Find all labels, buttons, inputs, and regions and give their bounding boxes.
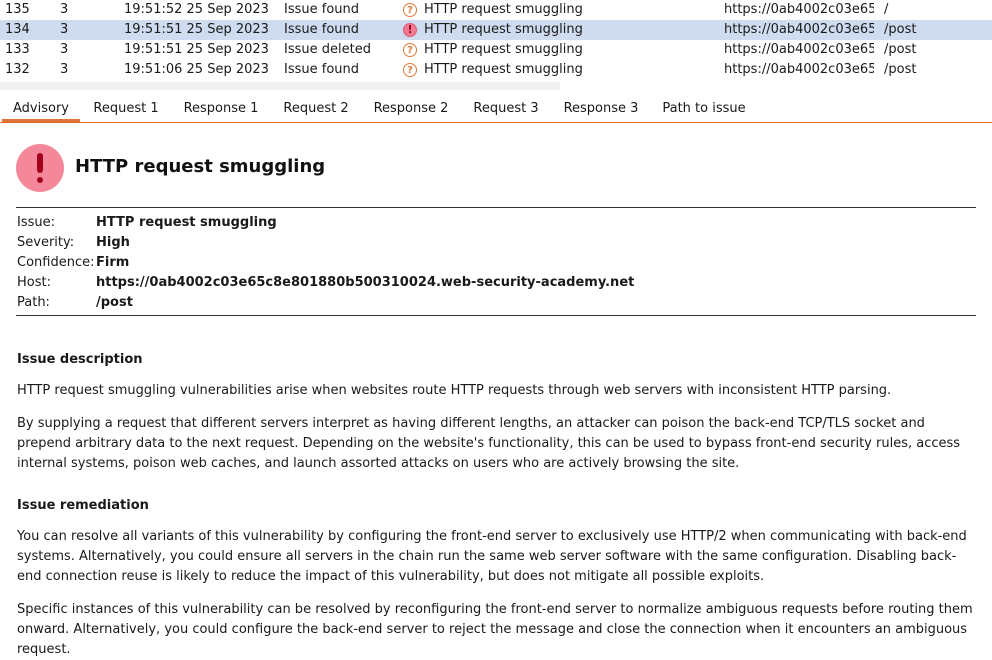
description-paragraph: HTTP request smuggling vulnerabilities a…: [17, 383, 892, 398]
row-host: https://0ab4002c03e65c...: [724, 22, 874, 37]
field-label: Confidence:: [17, 255, 95, 270]
section-heading-description: Issue description: [17, 352, 143, 367]
row-time: 19:51:51 25 Sep 2023: [124, 22, 269, 37]
row-time: 19:51:06 25 Sep 2023: [124, 62, 269, 77]
detail-tabs: Advisory Request 1 Response 1 Request 2 …: [0, 96, 992, 123]
row-issue: HTTP request smuggling: [424, 2, 583, 17]
tab-request-2[interactable]: Request 2: [278, 96, 354, 122]
table-row[interactable]: 133 3 19:51:51 25 Sep 2023 Issue deleted…: [0, 40, 992, 60]
field-label: Issue:: [17, 215, 55, 230]
table-row[interactable]: 132 3 19:51:06 25 Sep 2023 Issue found ?…: [0, 60, 992, 80]
section-heading-remediation: Issue remediation: [17, 498, 149, 513]
row-action: Issue found: [284, 2, 360, 17]
tab-divider: [0, 122, 992, 123]
field-value: High: [96, 235, 130, 250]
issue-activity-table: 135 3 19:51:52 25 Sep 2023 Issue found ?…: [0, 0, 992, 80]
row-action: Issue found: [284, 22, 360, 37]
row-time: 19:51:51 25 Sep 2023: [124, 42, 269, 57]
row-path: /post: [884, 62, 917, 77]
tab-response-3[interactable]: Response 3: [556, 96, 646, 122]
row-task: 3: [60, 22, 69, 37]
high-severity-icon: !: [403, 23, 417, 37]
divider: [16, 207, 976, 208]
tab-path-to-issue[interactable]: Path to issue: [658, 96, 750, 122]
divider: [16, 315, 976, 316]
row-issue: HTTP request smuggling: [424, 62, 583, 77]
field-label: Host:: [17, 275, 51, 290]
row-issue: HTTP request smuggling: [424, 42, 583, 57]
field-label: Path:: [17, 295, 50, 310]
row-id: 134: [5, 22, 30, 37]
tab-advisory[interactable]: Advisory: [2, 96, 80, 122]
advisory-title: HTTP request smuggling: [75, 156, 326, 177]
question-circle-icon: ?: [403, 3, 417, 17]
row-path: /post: [884, 22, 917, 37]
row-id: 133: [5, 42, 30, 57]
row-host: https://0ab4002c03e65c...: [724, 2, 874, 17]
row-task: 3: [60, 62, 69, 77]
tab-response-2[interactable]: Response 2: [366, 96, 456, 122]
row-task: 3: [60, 2, 69, 17]
high-severity-icon: [16, 144, 64, 192]
row-task: 3: [60, 42, 69, 57]
row-host: https://0ab4002c03e65c...: [724, 42, 874, 57]
row-id: 132: [5, 62, 30, 77]
field-value: HTTP request smuggling: [96, 215, 277, 230]
remediation-paragraph: You can resolve all variants of this vul…: [17, 529, 967, 584]
field-label: Severity:: [17, 235, 75, 250]
row-host: https://0ab4002c03e65c...: [724, 62, 874, 77]
row-issue: HTTP request smuggling: [424, 22, 583, 37]
field-value: Firm: [96, 255, 130, 270]
field-value: /post: [96, 295, 133, 310]
description-paragraph: By supplying a request that different se…: [17, 416, 961, 471]
row-path: /: [884, 2, 889, 17]
question-circle-icon: ?: [403, 63, 417, 77]
row-action: Issue deleted: [284, 42, 371, 57]
tab-request-1[interactable]: Request 1: [88, 96, 164, 122]
tab-request-3[interactable]: Request 3: [468, 96, 544, 122]
remediation-paragraph: Specific instances of this vulnerability…: [17, 602, 973, 657]
row-time: 19:51:52 25 Sep 2023: [124, 2, 269, 17]
row-id: 135: [5, 2, 30, 17]
row-path: /post: [884, 42, 917, 57]
table-row-selected[interactable]: 134 3 19:51:51 25 Sep 2023 Issue found !…: [0, 20, 992, 40]
horizontal-scrollbar[interactable]: [0, 82, 560, 90]
row-action: Issue found: [284, 62, 360, 77]
question-circle-icon: ?: [403, 43, 417, 57]
tab-response-1[interactable]: Response 1: [176, 96, 266, 122]
field-value: https://0ab4002c03e65c8e801880b500310024…: [96, 275, 635, 290]
table-row[interactable]: 135 3 19:51:52 25 Sep 2023 Issue found ?…: [0, 0, 992, 20]
